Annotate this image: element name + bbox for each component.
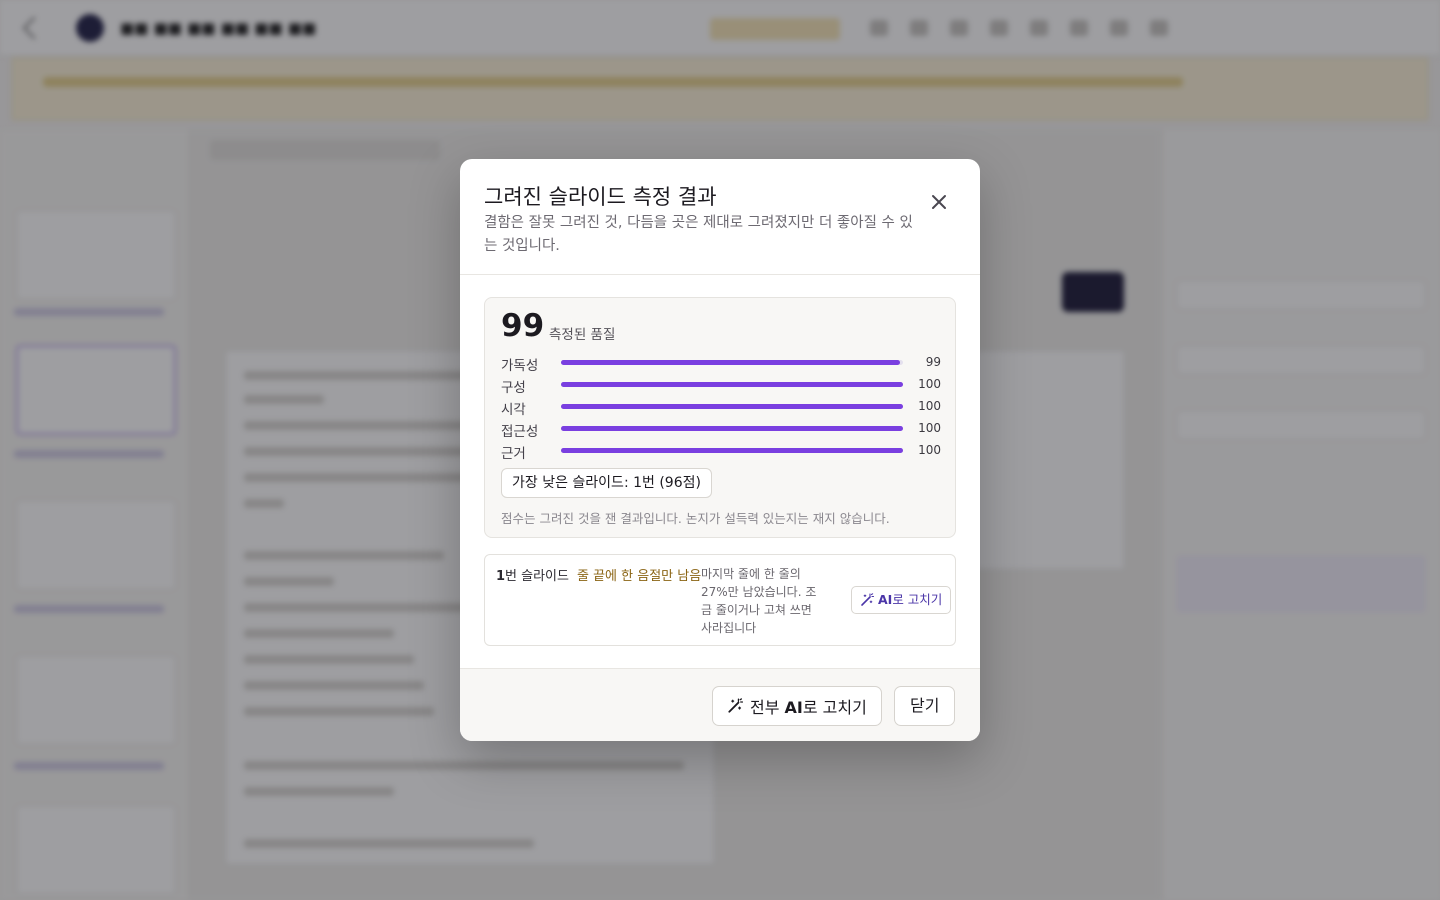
metric-bar — [561, 360, 903, 365]
metric-name: 가독성 — [501, 358, 539, 374]
issue-card: 1번 슬라이드 줄 끝에 한 음절만 남음 마지막 줄에 한 줄의 27%만 남… — [484, 554, 956, 646]
metric-row-composition: 구성 100 — [501, 375, 941, 396]
metric-name: 시각 — [501, 402, 526, 418]
issue-slide-label: 1번 슬라이드 — [496, 565, 569, 584]
quality-score-card: 99 측정된 품질 가독성 99 구성 100 시각 100 접근성 100 근… — [484, 297, 956, 538]
metric-bar — [561, 404, 903, 409]
metric-value: 100 — [918, 443, 941, 457]
dialog-title: 그려진 슬라이드 측정 결과 — [484, 185, 717, 209]
fix-all-with-ai-button[interactable]: 전부 AI로 고치기 — [712, 686, 882, 726]
metric-row-evidence: 근거 100 — [501, 441, 941, 462]
fix-all-suffix: 로 고치기 — [802, 698, 867, 717]
fix-button-suffix: 로 고치기 — [892, 592, 943, 607]
fix-button-label: AI로 고치기 — [878, 587, 942, 613]
metric-bar-fill — [561, 360, 900, 365]
fix-all-label: 전부 AI로 고치기 — [750, 694, 867, 718]
metric-row-readability: 가독성 99 — [501, 353, 941, 374]
metric-row-accessibility: 접근성 100 — [501, 419, 941, 440]
dialog-header: 그려진 슬라이드 측정 결과 결함은 잘못 그려진 것, 다듬을 곳은 제대로 … — [460, 159, 980, 275]
magic-wand-icon — [861, 593, 874, 606]
issue-slide-suffix: 번 슬라이드 — [505, 569, 569, 584]
metric-value: 100 — [918, 421, 941, 435]
metric-value: 99 — [925, 355, 941, 369]
issue-slide-number: 1 — [496, 569, 506, 584]
metric-bar — [561, 382, 903, 387]
close-dialog-button[interactable]: 닫기 — [894, 686, 956, 726]
overall-score: 99 — [501, 308, 545, 344]
lowest-slide-button[interactable]: 가장 낮은 슬라이드: 1번 (96점) — [501, 468, 712, 498]
fix-all-prefix: 전부 — [750, 698, 785, 717]
metric-name: 접근성 — [501, 424, 539, 440]
magic-wand-icon — [728, 698, 743, 713]
metric-bar-fill — [561, 382, 903, 387]
score-note: 점수는 그려진 것을 잰 결과입니다. 논지가 설득력 있는지는 재지 않습니다… — [501, 511, 890, 526]
metric-value: 100 — [918, 377, 941, 391]
metric-bar-fill — [561, 448, 903, 453]
dialog-subtitle: 결함은 잘못 그려진 것, 다듬을 곳은 제대로 그려졌지만 더 좋아질 수 있… — [484, 215, 913, 254]
close-button[interactable] — [926, 189, 952, 215]
dialog-footer: 전부 AI로 고치기 닫기 — [460, 668, 980, 741]
metric-name: 근거 — [501, 446, 526, 462]
issue-description: 마지막 줄에 한 줄의 27%만 남았습니다. 조금 줄이거나 고쳐 쓰면 사라… — [701, 567, 817, 635]
issue-tag: 줄 끝에 한 음절만 남음 — [577, 569, 702, 584]
close-icon — [932, 195, 946, 209]
metric-value: 100 — [918, 399, 941, 413]
metric-bar — [561, 426, 903, 431]
overall-score-label: 측정된 품질 — [549, 327, 616, 343]
metric-row-visual: 시각 100 — [501, 397, 941, 418]
fix-all-ai: AI — [784, 698, 803, 717]
metric-bar-fill — [561, 404, 903, 409]
fix-with-ai-button[interactable]: AI로 고치기 — [851, 586, 952, 614]
metric-bar — [561, 448, 903, 453]
metric-bar-fill — [561, 426, 903, 431]
fix-button-ai: AI — [878, 592, 893, 607]
metric-name: 구성 — [501, 380, 526, 396]
measurement-results-dialog: 그려진 슬라이드 측정 결과 결함은 잘못 그려진 것, 다듬을 곳은 제대로 … — [460, 159, 980, 741]
